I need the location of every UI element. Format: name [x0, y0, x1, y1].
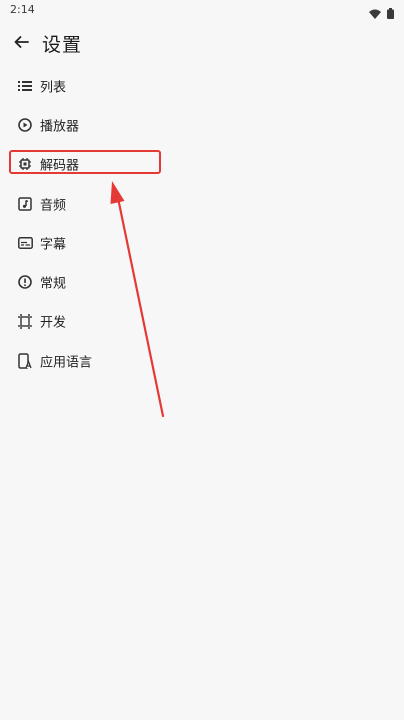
menu-item-general[interactable]: 常规 [0, 262, 404, 301]
back-button[interactable] [9, 32, 33, 56]
menu-item-label: 解码器 [40, 158, 80, 174]
battery-icon [387, 4, 394, 23]
developer-icon [17, 313, 33, 329]
menu-item-label: 音频 [40, 198, 67, 214]
status-icons [369, 4, 394, 23]
wifi-icon [369, 4, 381, 23]
menu-item-label: 常规 [40, 276, 67, 292]
menu-item-label: 字幕 [40, 237, 67, 253]
menu-item-developer[interactable]: 开发 [0, 302, 404, 341]
menu-item-subtitles[interactable]: 字幕 [0, 223, 404, 262]
subtitle-icon [17, 235, 33, 251]
menu-item-label: 列表 [40, 80, 67, 96]
menu-item-label: 开发 [40, 315, 67, 331]
status-bar: 2:14 [0, 0, 404, 22]
menu-item-player[interactable]: 播放器 [0, 105, 404, 144]
menu-item-app-language[interactable]: 应用语言 [0, 341, 404, 380]
audio-icon [17, 196, 33, 212]
info-icon [17, 274, 33, 290]
menu-item-list[interactable]: 列表 [0, 66, 404, 105]
chip-icon [17, 156, 33, 172]
list-icon [17, 78, 33, 94]
arrow-left-icon [13, 34, 29, 54]
player-icon [17, 117, 33, 133]
app-bar: 设置 [0, 26, 404, 60]
menu-item-audio[interactable]: 音频 [0, 184, 404, 223]
status-time: 2:14 [10, 3, 35, 16]
menu-item-label: 播放器 [40, 119, 80, 135]
settings-menu: 列表 播放器 解码器 音频 字幕 常规 开发 应用语言 [0, 66, 404, 380]
menu-item-decoder[interactable]: 解码器 [0, 145, 404, 184]
language-icon [17, 352, 33, 369]
menu-item-label: 应用语言 [40, 355, 93, 371]
page-title: 设置 [42, 34, 83, 56]
